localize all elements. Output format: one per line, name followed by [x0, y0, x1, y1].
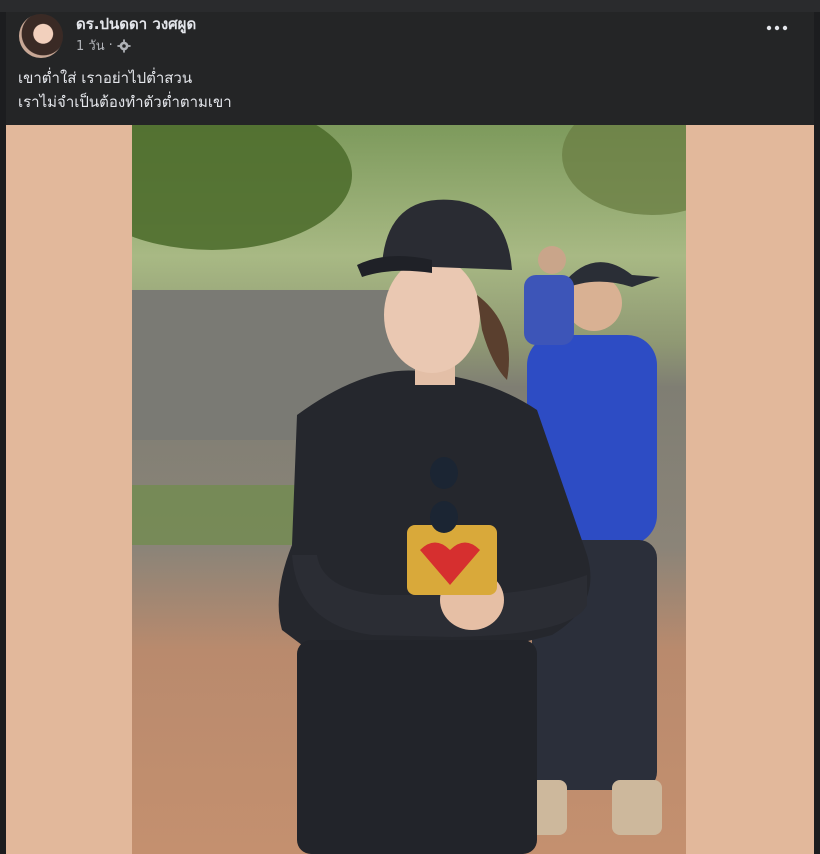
- post-header: ดร.ปนดดา วงศผูด 1 วัน ·: [6, 12, 814, 72]
- post-caption: เขาต่ำใส่ เราอย่าไปต่ำสวน เราไม่จำเป็นต้…: [18, 66, 778, 114]
- top-bar: [0, 0, 820, 12]
- gear-icon[interactable]: [117, 38, 131, 53]
- post-media[interactable]: [6, 125, 814, 854]
- meta-separator: ·: [108, 38, 113, 53]
- post-photo[interactable]: [132, 125, 686, 854]
- timestamp[interactable]: 1 วัน: [76, 35, 105, 56]
- more-options-icon[interactable]: [764, 18, 790, 38]
- photo-illustration: [132, 125, 686, 854]
- caption-line-2: เราไม่จำเป็นต้องทำตัวต่ำตามเขา: [18, 93, 232, 111]
- post-card: ดร.ปนดดา วงศผูด 1 วัน · เขาต่ำใส่ เราอย่…: [6, 12, 814, 854]
- author-name[interactable]: ดร.ปนดดา วงศผูด: [76, 12, 196, 36]
- avatar[interactable]: [19, 14, 63, 58]
- caption-line-1: เขาต่ำใส่ เราอย่าไปต่ำสวน: [18, 69, 193, 87]
- post-meta: 1 วัน ·: [76, 35, 131, 56]
